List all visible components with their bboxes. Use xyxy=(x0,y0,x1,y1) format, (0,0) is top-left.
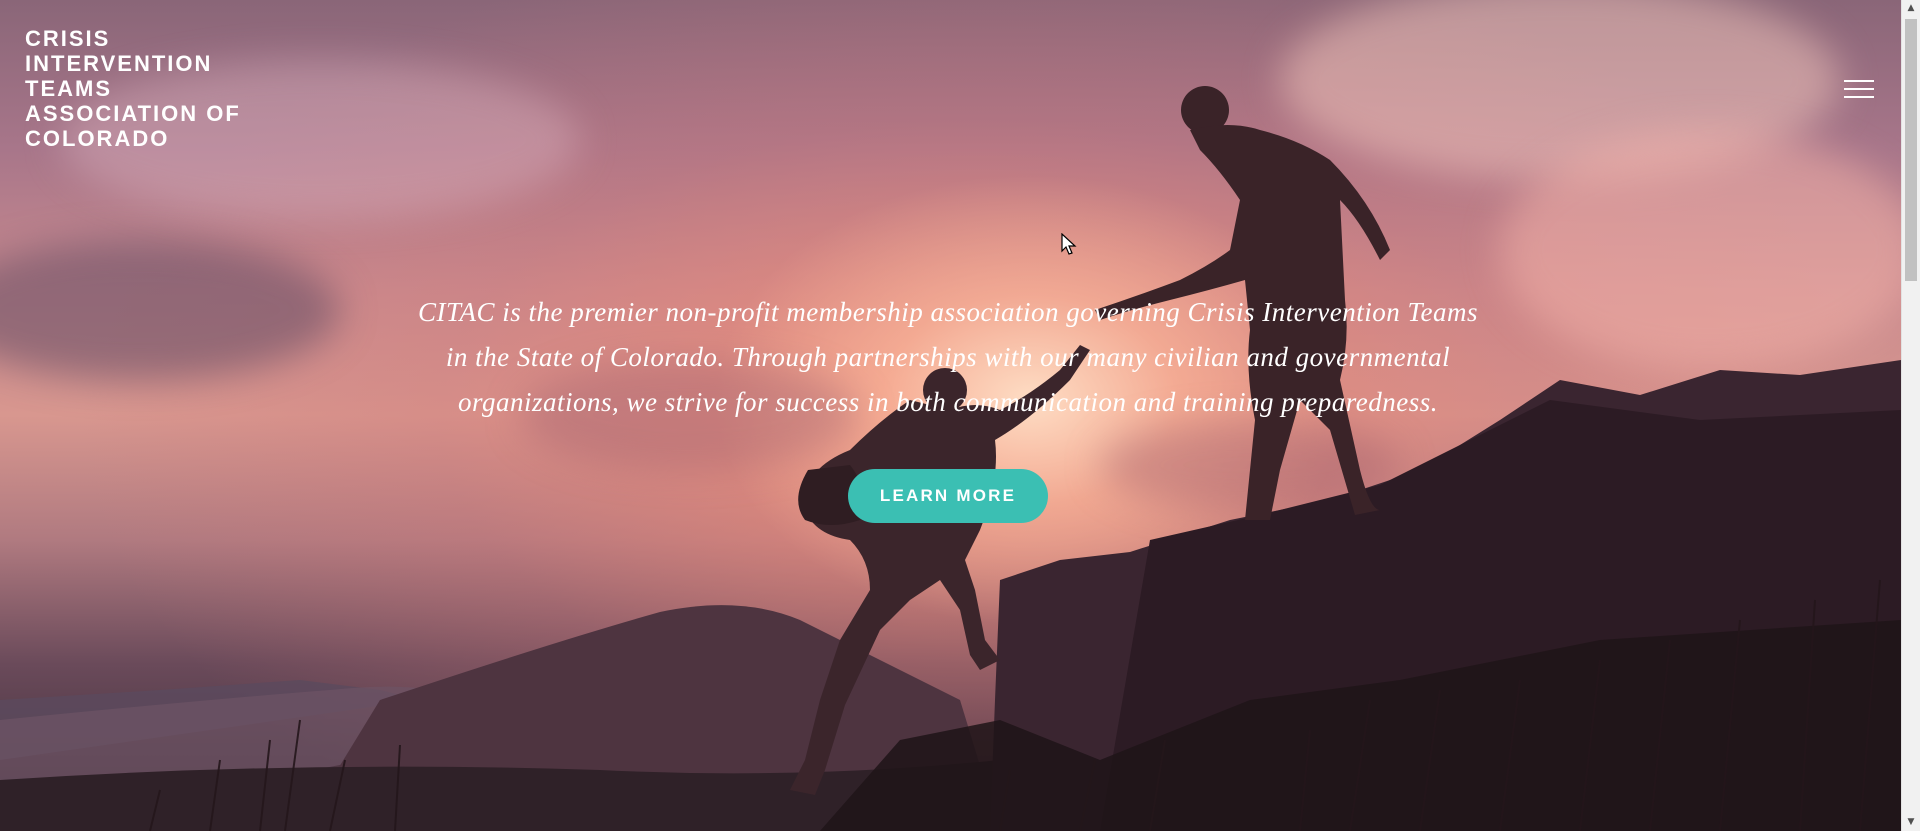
scrollbar-thumb[interactable] xyxy=(1905,19,1917,281)
mouse-cursor-icon xyxy=(1061,233,1077,255)
hero-content: CITAC is the premier non-profit membersh… xyxy=(412,290,1484,523)
hero-tagline: CITAC is the premier non-profit membersh… xyxy=(418,297,1478,417)
page-viewport: CRISIS INTERVENTION TEAMS ASSOCIATION OF… xyxy=(0,0,1901,831)
vertical-scrollbar[interactable]: ▲ ▼ xyxy=(1901,0,1920,831)
learn-more-button[interactable]: LEARN MORE xyxy=(847,469,1049,523)
hamburger-menu-icon[interactable] xyxy=(1844,77,1874,101)
menu-bar xyxy=(1844,96,1874,98)
menu-bar xyxy=(1844,80,1874,82)
scroll-down-icon[interactable]: ▼ xyxy=(1902,814,1920,831)
scroll-up-icon[interactable]: ▲ xyxy=(1902,0,1920,17)
menu-bar xyxy=(1844,88,1874,90)
site-title-link[interactable]: CRISIS INTERVENTION TEAMS ASSOCIATION OF… xyxy=(25,26,285,151)
